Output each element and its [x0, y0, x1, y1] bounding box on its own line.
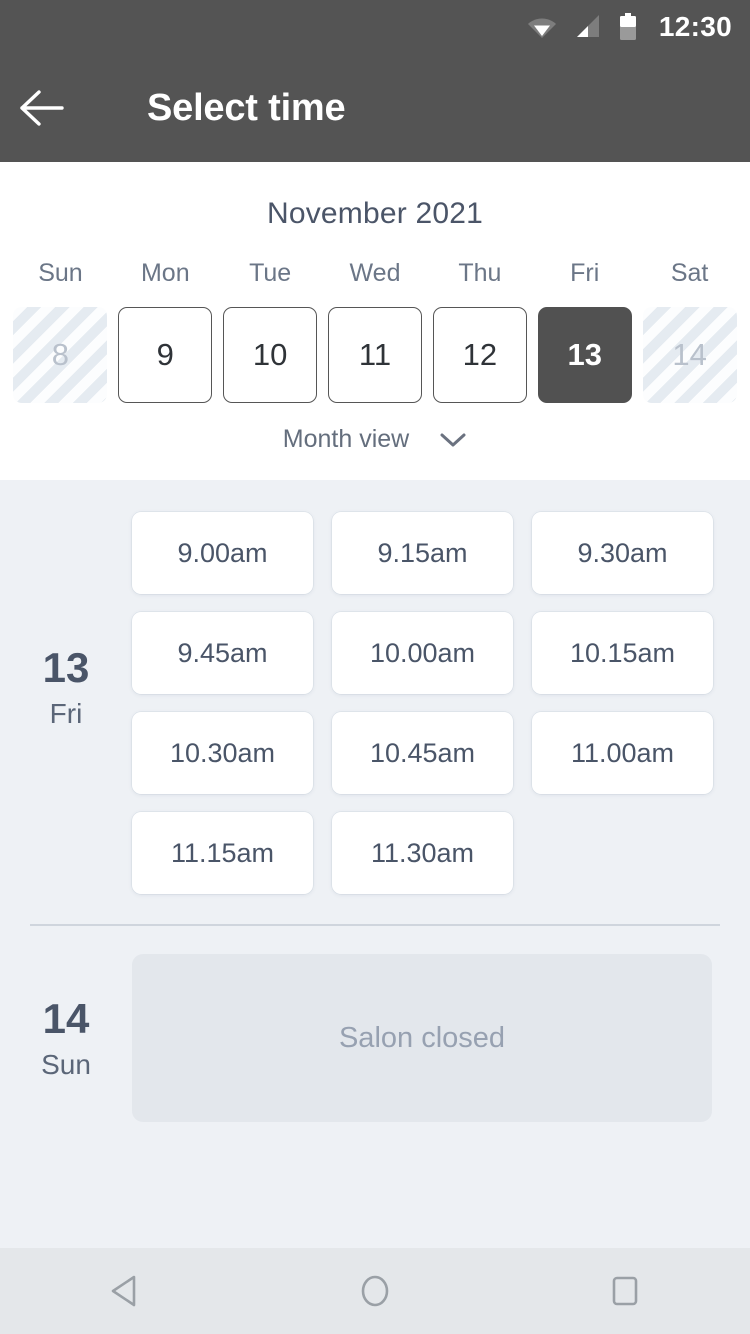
phone-screen: 12:30 Select time November 2021 Sun Mon … [0, 0, 750, 1334]
day-cell-slot: 12 [427, 307, 532, 403]
weekday-label: Fri [570, 259, 600, 287]
day-cell-slot: 10 [218, 307, 323, 403]
day-label-13: 13 Fri [0, 480, 132, 894]
day-label-dayofweek: Sun [41, 1048, 91, 1080]
status-icon-group: 12:30 [527, 13, 732, 41]
weekday-label: Mon [140, 259, 190, 287]
nav-home-button[interactable] [315, 1248, 435, 1334]
month-view-label: Month view [282, 425, 410, 453]
weekday-header-row: Sun Mon Tue Wed Thu Fri Sat [0, 259, 750, 288]
time-slot[interactable]: 10.15am [532, 612, 713, 694]
salon-closed-card: Salon closed [132, 954, 712, 1122]
day-label-number: 14 [42, 994, 90, 1042]
back-button[interactable] [0, 54, 84, 162]
day-strip: 8 9 10 11 12 13 14 [0, 307, 750, 403]
android-nav-bar [0, 1248, 750, 1334]
day-cell-slot: 8 [8, 307, 113, 403]
time-slot[interactable]: 11.15am [132, 812, 313, 894]
calendar-header-panel: November 2021 Sun Mon Tue Wed Thu Fri Sa… [0, 162, 750, 480]
nav-home-icon [359, 1273, 391, 1309]
weekday-label: Thu [458, 259, 502, 287]
month-view-toggle[interactable]: Month view [0, 425, 750, 454]
nav-recents-button[interactable] [565, 1248, 685, 1334]
day-cell-9[interactable]: 9 [118, 307, 213, 403]
day-cell-13-selected[interactable]: 13 [537, 307, 632, 403]
wifi-icon [527, 14, 557, 40]
day-cell-10[interactable]: 10 [223, 307, 318, 403]
battery-icon [619, 13, 637, 41]
day-cell-slot: 9 [113, 307, 218, 403]
time-slot[interactable]: 9.00am [132, 512, 313, 594]
day-label-number: 13 [42, 643, 90, 691]
status-time: 12:30 [658, 11, 732, 42]
day-cell-11[interactable]: 11 [328, 307, 422, 403]
time-slot[interactable]: 9.45am [132, 612, 313, 694]
schedule-day-group-14: 14 Sun Salon closed [0, 954, 750, 1122]
page-title: Select time [147, 87, 346, 129]
time-slot[interactable]: 10.45am [332, 712, 513, 794]
day-label-dayofweek: Fri [49, 697, 83, 729]
time-slot[interactable]: 11.00am [532, 712, 713, 794]
time-slot-grid: 9.00am 9.15am 9.30am 9.45am 10.00am 10.1… [132, 480, 750, 894]
chevron-down-icon [439, 431, 467, 449]
time-slot[interactable]: 10.00am [332, 612, 513, 694]
day-cell-slot: 11 [323, 307, 428, 403]
weekday-label: Wed [349, 259, 401, 287]
time-slot[interactable]: 10.30am [132, 712, 313, 794]
weekday-label: Sun [38, 259, 83, 287]
nav-back-icon [108, 1273, 142, 1309]
day-cell-8: 8 [13, 307, 108, 403]
month-title: November 2021 [266, 197, 484, 230]
weekday-label: Tue [249, 259, 292, 287]
app-bar: Select time [0, 54, 750, 162]
day-cell-12[interactable]: 12 [432, 307, 527, 403]
weekday-label: Sat [670, 259, 709, 287]
status-bar: 12:30 [0, 0, 750, 54]
section-divider [30, 924, 720, 926]
cellular-signal-icon [574, 14, 602, 40]
schedule-day-group-13: 13 Fri 9.00am 9.15am 9.30am 9.45am 10.00… [0, 480, 750, 894]
arrow-left-icon [19, 89, 65, 127]
day-label-14: 14 Sun [0, 954, 132, 1122]
nav-back-button[interactable] [65, 1248, 185, 1334]
day-cell-slot: 14 [637, 307, 742, 403]
day-cell-slot: 13 [532, 307, 637, 403]
day-cell-14: 14 [642, 307, 737, 403]
time-slot[interactable]: 9.30am [532, 512, 713, 594]
time-slot[interactable]: 11.30am [332, 812, 513, 894]
time-slot[interactable]: 9.15am [332, 512, 513, 594]
nav-recents-icon [610, 1275, 640, 1307]
schedule-scroll-area[interactable]: 13 Fri 9.00am 9.15am 9.30am 9.45am 10.00… [0, 480, 750, 1248]
